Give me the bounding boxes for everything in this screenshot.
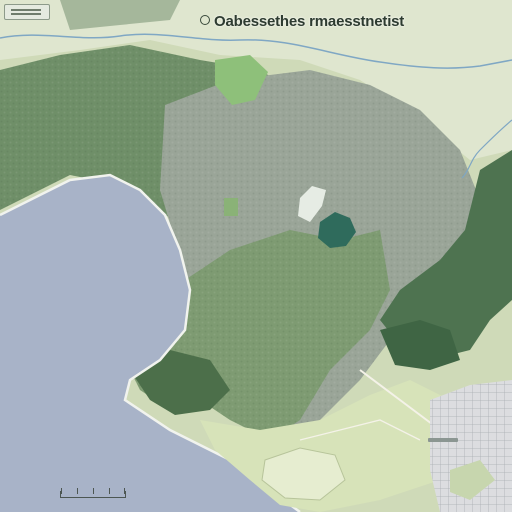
small-meadow-square (224, 198, 238, 216)
map-title-text: Oabessethes rmaesstnetist (214, 13, 405, 30)
map-canvas[interactable] (0, 0, 512, 512)
scale-tick (124, 488, 125, 494)
menu-icon[interactable] (11, 9, 41, 11)
town-label-marker (428, 438, 458, 442)
scale-bar (60, 488, 126, 498)
scale-tick (61, 488, 62, 494)
scale-tick (93, 488, 94, 494)
location-pin-icon (200, 15, 210, 25)
map-control-panel[interactable] (4, 4, 50, 20)
scale-tick (109, 488, 110, 494)
scale-tick (77, 488, 78, 494)
map-title: Oabessethes rmaesstnetist (200, 13, 404, 33)
